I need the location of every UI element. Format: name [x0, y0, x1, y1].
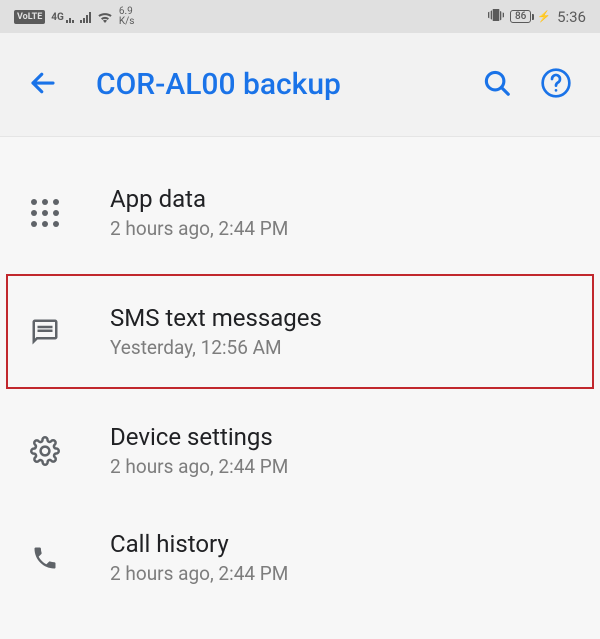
apps-icon	[24, 199, 66, 227]
data-speed: 6.9 K/s	[119, 7, 135, 27]
item-title: SMS text messages	[110, 304, 322, 332]
list-item-call-history[interactable]: Call history 2 hours ago, 2:44 PM	[0, 504, 600, 611]
item-text: Call history 2 hours ago, 2:44 PM	[110, 530, 288, 585]
phone-icon	[24, 544, 66, 572]
item-subtitle: 2 hours ago, 2:44 PM	[110, 562, 288, 585]
item-text: SMS text messages Yesterday, 12:56 AM	[110, 304, 322, 359]
list-item-sms[interactable]: SMS text messages Yesterday, 12:56 AM	[0, 266, 600, 397]
network-type: 4G	[51, 13, 64, 23]
status-right: 86 ⚡ 5:36	[488, 8, 586, 26]
volte-badge: VoLTE	[14, 10, 45, 24]
signal-icon-2	[80, 11, 91, 23]
backup-list: App data 2 hours ago, 2:44 PM SMS text m…	[0, 137, 600, 611]
app-bar: COR-AL00 backup	[0, 33, 600, 137]
wifi-icon	[97, 11, 113, 23]
message-icon	[24, 317, 66, 347]
status-bar: VoLTE 4G 6.9 K/s 86 ⚡ 5:36	[0, 0, 600, 33]
network-indicator: 4G	[51, 11, 74, 23]
item-subtitle: Yesterday, 12:56 AM	[110, 336, 322, 359]
help-button[interactable]	[540, 67, 572, 103]
list-item-app-data[interactable]: App data 2 hours ago, 2:44 PM	[0, 159, 600, 266]
item-subtitle: 2 hours ago, 2:44 PM	[110, 455, 288, 478]
item-text: Device settings 2 hours ago, 2:44 PM	[110, 423, 288, 478]
settings-icon	[24, 436, 66, 466]
item-title: Device settings	[110, 423, 288, 451]
status-left: VoLTE 4G 6.9 K/s	[14, 7, 134, 27]
vibrate-icon	[488, 8, 504, 26]
speed-unit: K/s	[119, 17, 135, 27]
item-title: App data	[110, 185, 288, 213]
search-button[interactable]	[482, 68, 512, 102]
item-text: App data 2 hours ago, 2:44 PM	[110, 185, 288, 240]
speed-value: 6.9	[119, 7, 135, 17]
item-title: Call history	[110, 530, 288, 558]
back-button[interactable]	[28, 68, 58, 102]
item-subtitle: 2 hours ago, 2:44 PM	[110, 217, 288, 240]
clock: 5:36	[557, 8, 586, 26]
battery-indicator: 86	[510, 10, 531, 23]
signal-icon	[66, 11, 74, 23]
charging-icon: ⚡	[537, 10, 551, 23]
list-item-device-settings[interactable]: Device settings 2 hours ago, 2:44 PM	[0, 397, 600, 504]
page-title: COR-AL00 backup	[96, 67, 482, 102]
